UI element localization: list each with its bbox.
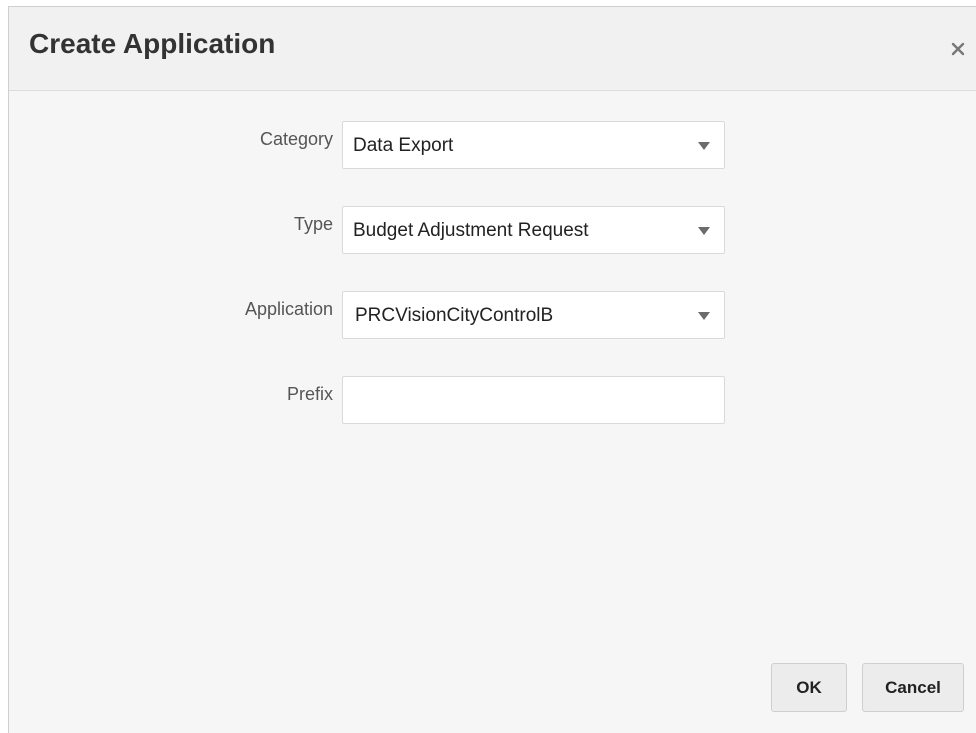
chevron-down-icon xyxy=(698,312,710,320)
dialog-header: Create Application xyxy=(9,7,976,91)
type-select[interactable]: Budget Adjustment Request xyxy=(342,206,725,254)
category-select[interactable]: Data Export xyxy=(342,121,725,169)
prefix-row: Prefix xyxy=(9,376,976,426)
ok-button[interactable]: OK xyxy=(771,663,847,712)
prefix-input[interactable] xyxy=(342,376,725,424)
dialog-title: Create Application xyxy=(29,28,276,59)
type-value: Budget Adjustment Request xyxy=(353,220,589,241)
application-value: PRCVisionCityControlB xyxy=(355,305,554,326)
category-row: Category Data Export xyxy=(9,121,976,171)
application-row: Application PRCVisionCityControlB xyxy=(9,291,976,341)
chevron-down-icon xyxy=(698,227,710,235)
cancel-button[interactable]: Cancel xyxy=(862,663,964,712)
application-label: Application xyxy=(244,299,333,319)
chevron-down-icon xyxy=(698,142,710,150)
category-value: Data Export xyxy=(353,135,454,156)
type-label: Type xyxy=(293,214,333,234)
type-row: Type Budget Adjustment Request xyxy=(9,206,976,256)
application-select[interactable]: PRCVisionCityControlB xyxy=(342,291,725,339)
prefix-label: Prefix xyxy=(286,384,333,404)
create-application-dialog: Create Application Category Data Export … xyxy=(8,6,976,733)
category-label: Category xyxy=(259,129,333,149)
close-icon[interactable] xyxy=(948,39,968,59)
